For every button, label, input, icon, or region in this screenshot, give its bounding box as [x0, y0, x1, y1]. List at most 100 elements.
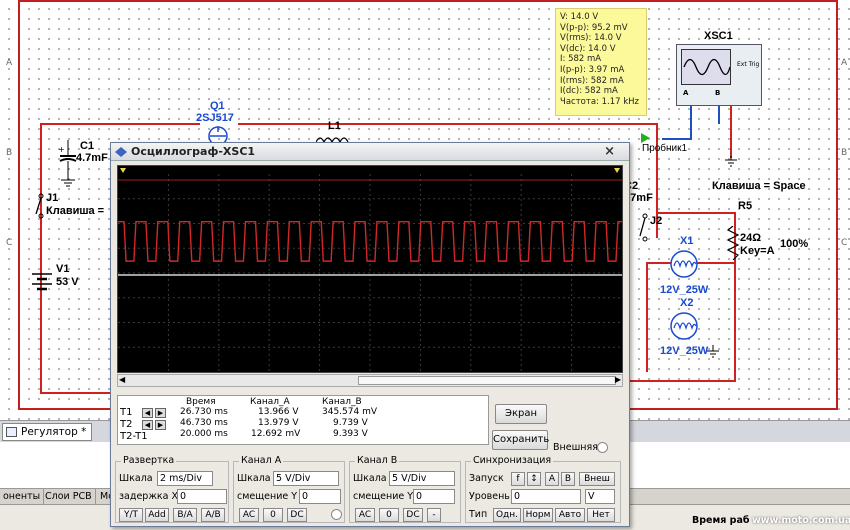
grid-letter-a-right: A [841, 58, 848, 68]
wire-probe-a-h [662, 138, 692, 140]
wire-top-left [40, 123, 200, 125]
capacitor-c1-icon[interactable]: + [58, 140, 78, 190]
trigger-title: Синхронизация [471, 455, 554, 466]
scrollbar-thumb[interactable] [358, 376, 616, 385]
bottom-tab-components[interactable]: оненты [0, 489, 45, 505]
lamp-x2-icon[interactable] [668, 310, 700, 342]
channel-a-radio[interactable] [331, 509, 342, 520]
trigger-single-button[interactable]: Одн. [493, 508, 521, 522]
trigger-source-b-button[interactable]: B [561, 472, 575, 486]
r5-value-label: 24Ω [740, 232, 762, 244]
trigger-level-input[interactable]: 0 [511, 489, 581, 504]
add-button[interactable]: Add [145, 508, 169, 522]
grid-letter-c-left: C [6, 238, 13, 248]
xsc-b-label: B [715, 89, 721, 97]
waveform-plot [118, 168, 622, 372]
grid-letter-c-right: C [841, 238, 848, 248]
battery-v1-icon[interactable] [30, 264, 54, 294]
q1-ref-label: Q1 [210, 100, 225, 112]
t1-right-arrow-icon[interactable]: ▶ [155, 408, 166, 418]
channel-a-dc-button[interactable]: DC [287, 508, 307, 522]
oscilloscope-display[interactable] [117, 165, 623, 373]
key-space-label: Клавиша = Space [712, 180, 806, 192]
channel-a-scale-input[interactable]: 5 V/Div [273, 471, 339, 486]
timebase-delay-input[interactable]: 0 [177, 489, 227, 504]
wire-top-mid [238, 123, 658, 125]
x1-ref-label: X1 [680, 235, 694, 247]
save-button[interactable]: Сохранить [492, 430, 549, 450]
switch-j2-icon[interactable] [638, 212, 652, 246]
r5-ref-label: R5 [738, 200, 753, 212]
trigger-falling-edge-icon[interactable]: ↕ [527, 472, 541, 486]
lamp-x1-icon[interactable] [668, 248, 700, 280]
trigger-normal-button[interactable]: Норм [523, 508, 553, 522]
svg-text:+: + [58, 145, 65, 154]
q1-transistor-icon[interactable] [200, 124, 236, 146]
channel-a-offset-label: смещение Y [237, 491, 298, 502]
oscilloscope-instrument-icon[interactable]: Ext Trig A B [676, 44, 762, 106]
r5-percent-label: 100% [780, 238, 809, 250]
channel-a-offset-input[interactable]: 0 [299, 489, 341, 504]
meas-header-time: Время [186, 397, 216, 407]
tab-regulator[interactable]: Регулятор * [2, 423, 93, 441]
oscilloscope-window[interactable]: Осциллограф-XSC1 × ◀ ▶ Время Канал_A Кан… [110, 142, 630, 527]
external-label: Внешняя [553, 442, 598, 453]
grid-letter-b-right: B [841, 148, 848, 158]
trigger-auto-button[interactable]: Авто [555, 508, 585, 522]
channel-b-scale-label: Шкала [353, 473, 387, 484]
probe-line: I(dc): 582 mA [560, 86, 618, 97]
trigger-rising-edge-icon[interactable]: f [511, 472, 525, 486]
display-scrollbar[interactable]: ◀ ▶ [117, 374, 623, 387]
channel-b-scale-input[interactable]: 5 V/Div [389, 471, 455, 486]
channel-b-offset-label: смещение Y [353, 491, 414, 502]
trigger-source-a-button[interactable]: A [545, 472, 559, 486]
bottom-tab-pcb-layers[interactable]: Слои PCB [42, 489, 96, 505]
trigger-edge-label: Запуск [469, 473, 504, 484]
j1-key-label: Клавиша = [46, 205, 105, 217]
xsc1-ref-label: XSC1 [704, 30, 733, 42]
switch-j1-icon[interactable] [34, 192, 48, 222]
t2-t1-channel-b: 9.393 V [333, 429, 368, 439]
channel-b-offset-input[interactable]: 0 [413, 489, 455, 504]
channel-a-zero-button[interactable]: 0 [263, 508, 283, 522]
t2-left-arrow-icon[interactable]: ◀ [142, 420, 153, 430]
channel-b-zero-button[interactable]: 0 [379, 508, 399, 522]
screen-button[interactable]: Экран [495, 404, 547, 424]
t1-channel-a: 13.966 V [258, 407, 299, 417]
trigger-level-unit[interactable]: V [585, 489, 615, 504]
meas-header-channel-a: Канал_A [250, 397, 290, 407]
probe-line: I: 582 mA [560, 54, 602, 65]
channel-a-ac-button[interactable]: AC [239, 508, 259, 522]
t2-channel-a: 13.979 V [258, 418, 299, 428]
a-over-b-button[interactable]: A/B [201, 508, 225, 522]
yt-button[interactable]: Y/T [119, 508, 143, 522]
x2-ref-label: X2 [680, 297, 694, 309]
channel-b-dc-button[interactable]: DC [403, 508, 423, 522]
trigger-external-button[interactable]: Внеш [579, 472, 615, 486]
xsc-a-label: A [683, 89, 689, 97]
t1-left-arrow-icon[interactable]: ◀ [142, 408, 153, 418]
oscilloscope-titlebar[interactable]: Осциллограф-XSC1 × [111, 143, 629, 161]
x2-value-label: 12V_25W [660, 345, 709, 357]
timebase-delay-label: задержка X [119, 491, 178, 502]
r5-key-label: Key=A [740, 245, 775, 257]
t2-channel-b: 9.739 V [333, 418, 368, 428]
channel-b-invert-button[interactable]: - [427, 508, 441, 522]
trigger-none-button[interactable]: Нет [587, 508, 615, 522]
sheet-border-left [18, 0, 20, 410]
scroll-right-icon[interactable]: ▶ [615, 375, 621, 384]
external-radio[interactable] [597, 442, 608, 453]
timebase-scale-input[interactable]: 2 ms/Div [157, 471, 213, 486]
timebase-scale-label: Шкала [119, 473, 153, 484]
t2-t1-label: T2-T1 [120, 431, 148, 442]
tab-regulator-label: Регулятор * [21, 426, 87, 438]
potentiometer-r5-icon[interactable] [726, 225, 740, 261]
probe-arrow-icon[interactable] [641, 133, 651, 143]
t2-right-arrow-icon[interactable]: ▶ [155, 420, 166, 430]
scroll-left-icon[interactable]: ◀ [119, 375, 125, 384]
v1-ref-label: V1 [56, 263, 70, 275]
timebase-title: Развертка [121, 455, 177, 466]
b-over-a-button[interactable]: B/A [173, 508, 197, 522]
channel-b-ac-button[interactable]: AC [355, 508, 375, 522]
close-icon[interactable]: × [604, 144, 615, 159]
